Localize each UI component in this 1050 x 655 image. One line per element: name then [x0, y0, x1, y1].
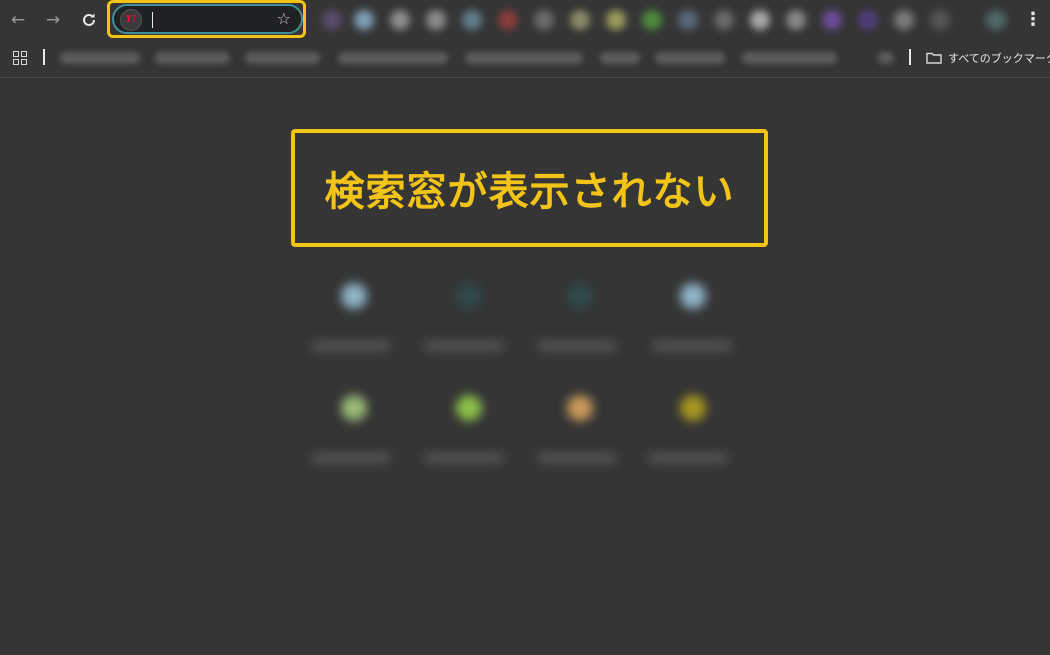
- shortcut-tile-label[interactable]: [537, 341, 617, 351]
- shortcut-tile-label[interactable]: [537, 453, 617, 463]
- shortcut-tile-label[interactable]: [311, 341, 391, 351]
- shortcut-tile-icon[interactable]: [680, 395, 706, 421]
- shortcut-tile-icon[interactable]: [567, 395, 593, 421]
- shortcut-tile-icon[interactable]: [567, 283, 593, 309]
- shortcut-tile-icon[interactable]: [456, 395, 482, 421]
- shortcut-tile-label[interactable]: [652, 341, 732, 351]
- shortcut-tile-label[interactable]: [311, 453, 391, 463]
- shortcut-tile-label[interactable]: [424, 341, 504, 351]
- shortcut-tile-label[interactable]: [424, 453, 504, 463]
- shortcut-tiles: [0, 0, 1050, 655]
- shortcut-tile-icon[interactable]: [456, 283, 482, 309]
- shortcut-tile-icon[interactable]: [680, 283, 706, 309]
- shortcut-tile-icon[interactable]: [341, 395, 367, 421]
- shortcut-tile-label[interactable]: [648, 453, 728, 463]
- shortcut-tile-icon[interactable]: [341, 283, 367, 309]
